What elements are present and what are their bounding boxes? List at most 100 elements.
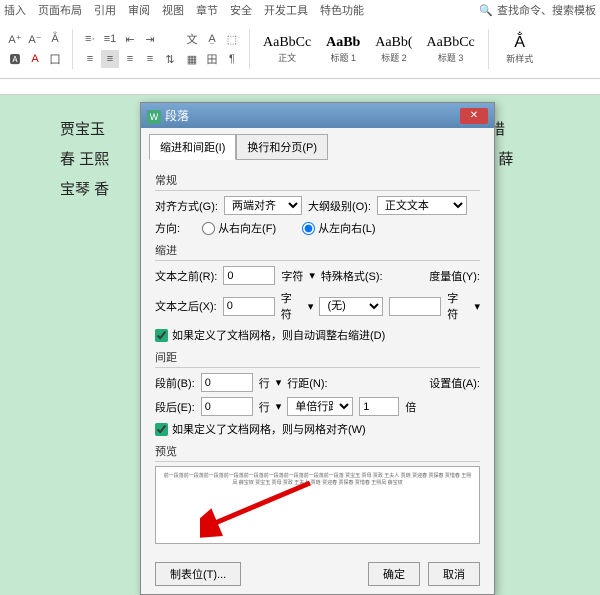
font-style-icon[interactable]: A̐ bbox=[46, 30, 64, 48]
style-heading2[interactable]: AaBb( 标题 2 bbox=[370, 32, 417, 67]
tab-indent-spacing[interactable]: 缩进和间距(I) bbox=[149, 134, 236, 160]
direction-label: 方向: bbox=[155, 220, 180, 236]
line-spacing-label: 行距(N): bbox=[287, 375, 327, 391]
new-style-label: 新样式 bbox=[502, 52, 538, 65]
outline-select[interactable]: 正文文本 bbox=[377, 196, 467, 215]
style-label: 标题 3 bbox=[427, 51, 475, 64]
tab-chapter[interactable]: 章节 bbox=[196, 2, 218, 18]
style-heading1[interactable]: AaBb 标题 1 bbox=[320, 32, 366, 67]
dialog-titlebar[interactable]: W段落 ✕ bbox=[141, 103, 494, 128]
style-normal[interactable]: AaBbCc 正文 bbox=[258, 32, 316, 67]
line-spacing-select[interactable]: 单倍行距 bbox=[287, 397, 353, 416]
separator bbox=[72, 29, 73, 69]
style-heading3[interactable]: AaBbCc 标题 3 bbox=[422, 32, 480, 67]
tab-dev-tools[interactable]: 开发工具 bbox=[264, 2, 308, 18]
shading-icon[interactable]: ▦ bbox=[183, 50, 201, 68]
char-shading-icon[interactable]: 囗 bbox=[46, 50, 64, 68]
indent-left-icon[interactable]: ⇤ bbox=[121, 30, 139, 48]
show-marks-icon[interactable]: ¶ bbox=[223, 50, 241, 68]
ok-button[interactable]: 确定 bbox=[368, 562, 420, 586]
new-style-button[interactable]: A̐ 新样式 bbox=[497, 31, 543, 68]
ribbon-toolbar: A⁺ A⁻ A̐ 🅰 A 囗 ≡· ≡1 ⇤ ⇥ ≡ ≡ ≡ ≡ bbox=[0, 20, 600, 78]
highlight-icon[interactable]: 🅰 bbox=[6, 50, 24, 68]
set-value-spinner[interactable] bbox=[359, 397, 399, 416]
ribbon-tabs: 插入 页面布局 引用 审阅 视图 章节 安全 开发工具 特色功能 🔍 查找命令、… bbox=[0, 0, 600, 20]
font-decrease-icon[interactable]: A⁻ bbox=[26, 30, 44, 48]
unit-label: 行 bbox=[259, 399, 270, 415]
borders-icon[interactable]: 田 bbox=[203, 50, 221, 68]
cancel-button[interactable]: 取消 bbox=[428, 562, 480, 586]
align-left-icon[interactable]: ≡ bbox=[81, 50, 99, 68]
align-center-icon[interactable]: ≡ bbox=[101, 50, 119, 68]
unit-label: 字符 bbox=[447, 290, 468, 322]
font-color-icon[interactable]: A bbox=[26, 50, 44, 68]
unit-label: 字符 bbox=[281, 268, 303, 284]
font-increase-icon[interactable]: A⁺ bbox=[6, 30, 24, 48]
tab-insert[interactable]: 插入 bbox=[4, 2, 26, 18]
tab-view[interactable]: 视图 bbox=[162, 2, 184, 18]
unit-label: 字符 bbox=[281, 290, 302, 322]
align-right-icon[interactable]: ≡ bbox=[121, 50, 139, 68]
tabs-button[interactable]: 制表位(T)... bbox=[155, 562, 241, 586]
paragraph-dialog: W段落 ✕ 缩进和间距(I) 换行和分页(P) 常规 对齐方式(G): 两端对齐… bbox=[140, 102, 495, 595]
tab-review[interactable]: 审阅 bbox=[128, 2, 150, 18]
style-label: 正文 bbox=[263, 51, 311, 64]
radio-label: 从左向右(L) bbox=[318, 220, 375, 236]
checkbox-label: 如果定义了文档网格，则自动调整右缩进(D) bbox=[172, 327, 385, 343]
indent-after-spinner[interactable] bbox=[223, 297, 275, 316]
numbering-icon[interactable]: ≡1 bbox=[101, 30, 119, 48]
char-border-icon[interactable]: ⬚ bbox=[223, 30, 241, 48]
ruler[interactable] bbox=[0, 79, 600, 95]
space-after-spinner[interactable] bbox=[201, 397, 253, 416]
tab-line-page-breaks[interactable]: 换行和分页(P) bbox=[236, 134, 328, 160]
auto-adjust-indent-checkbox[interactable]: 如果定义了文档网格，则自动调整右缩进(D) bbox=[155, 327, 480, 343]
bullets-icon[interactable]: ≡· bbox=[81, 30, 99, 48]
tab-page-layout[interactable]: 页面布局 bbox=[38, 2, 82, 18]
direction-rtl-radio[interactable]: 从右向左(F) bbox=[202, 220, 276, 236]
measure-spinner[interactable] bbox=[389, 297, 441, 316]
radio-label: 从右向左(F) bbox=[218, 220, 276, 236]
doc-text: 贾宝玉 bbox=[60, 121, 105, 138]
line-spacing-icon[interactable]: ⇅ bbox=[161, 50, 179, 68]
doc-text: 宝琴 香 bbox=[60, 181, 109, 198]
space-after-label: 段后(E): bbox=[155, 399, 195, 415]
ruby-icon[interactable]: A̤ bbox=[203, 30, 221, 48]
tab-security[interactable]: 安全 bbox=[230, 2, 252, 18]
style-preview: AaBbCc bbox=[263, 35, 311, 51]
indent-after-label: 文本之后(X): bbox=[155, 298, 217, 314]
text-dir-icon[interactable]: 文 bbox=[183, 30, 201, 48]
alignment-select[interactable]: 两端对齐 bbox=[224, 196, 302, 215]
preview-box: 前一段落前一段落前一段落前一段落前一段落前一段落前一段落前一段落前一段落 贾宝玉… bbox=[155, 466, 480, 544]
indent-before-label: 文本之前(R): bbox=[155, 268, 217, 284]
section-preview: 预览 bbox=[155, 443, 480, 462]
unit-label: 行 bbox=[259, 375, 270, 391]
indent-right-icon[interactable]: ⇥ bbox=[141, 30, 159, 48]
style-preview: AaBb bbox=[325, 35, 361, 51]
search-box[interactable]: 🔍 查找命令、搜索模板 bbox=[479, 2, 596, 18]
separator bbox=[249, 29, 250, 69]
tab-references[interactable]: 引用 bbox=[94, 2, 116, 18]
special-format-label: 特殊格式(S): bbox=[321, 268, 383, 284]
section-indent: 缩进 bbox=[155, 242, 480, 261]
dialog-footer: 制表位(T)... 确定 取消 bbox=[141, 554, 494, 594]
app-icon: W bbox=[147, 110, 161, 124]
space-before-spinner[interactable] bbox=[201, 373, 253, 392]
dialog-tabs: 缩进和间距(I) 换行和分页(P) bbox=[141, 128, 494, 160]
close-button[interactable]: ✕ bbox=[460, 108, 488, 124]
tab-features[interactable]: 特色功能 bbox=[320, 2, 364, 18]
doc-text: 春 王熙 bbox=[60, 151, 109, 168]
style-preview: AaBb( bbox=[375, 35, 412, 51]
ribbon: 插入 页面布局 引用 审阅 视图 章节 安全 开发工具 特色功能 🔍 查找命令、… bbox=[0, 0, 600, 79]
snap-to-grid-checkbox[interactable]: 如果定义了文档网格，则与网格对齐(W) bbox=[155, 421, 480, 437]
align-justify-icon[interactable]: ≡ bbox=[141, 50, 159, 68]
direction-ltr-radio[interactable]: 从左向右(L) bbox=[302, 220, 375, 236]
search-icon: 🔍 bbox=[479, 4, 493, 17]
separator bbox=[488, 29, 489, 69]
set-value-label: 设置值(A): bbox=[429, 375, 480, 391]
outline-label: 大纲级别(O): bbox=[308, 198, 371, 214]
special-format-select[interactable]: (无) bbox=[319, 297, 383, 316]
indent-before-spinner[interactable] bbox=[223, 266, 275, 285]
alignment-label: 对齐方式(G): bbox=[155, 198, 218, 214]
search-placeholder: 查找命令、搜索模板 bbox=[497, 2, 596, 18]
space-before-label: 段前(B): bbox=[155, 375, 195, 391]
